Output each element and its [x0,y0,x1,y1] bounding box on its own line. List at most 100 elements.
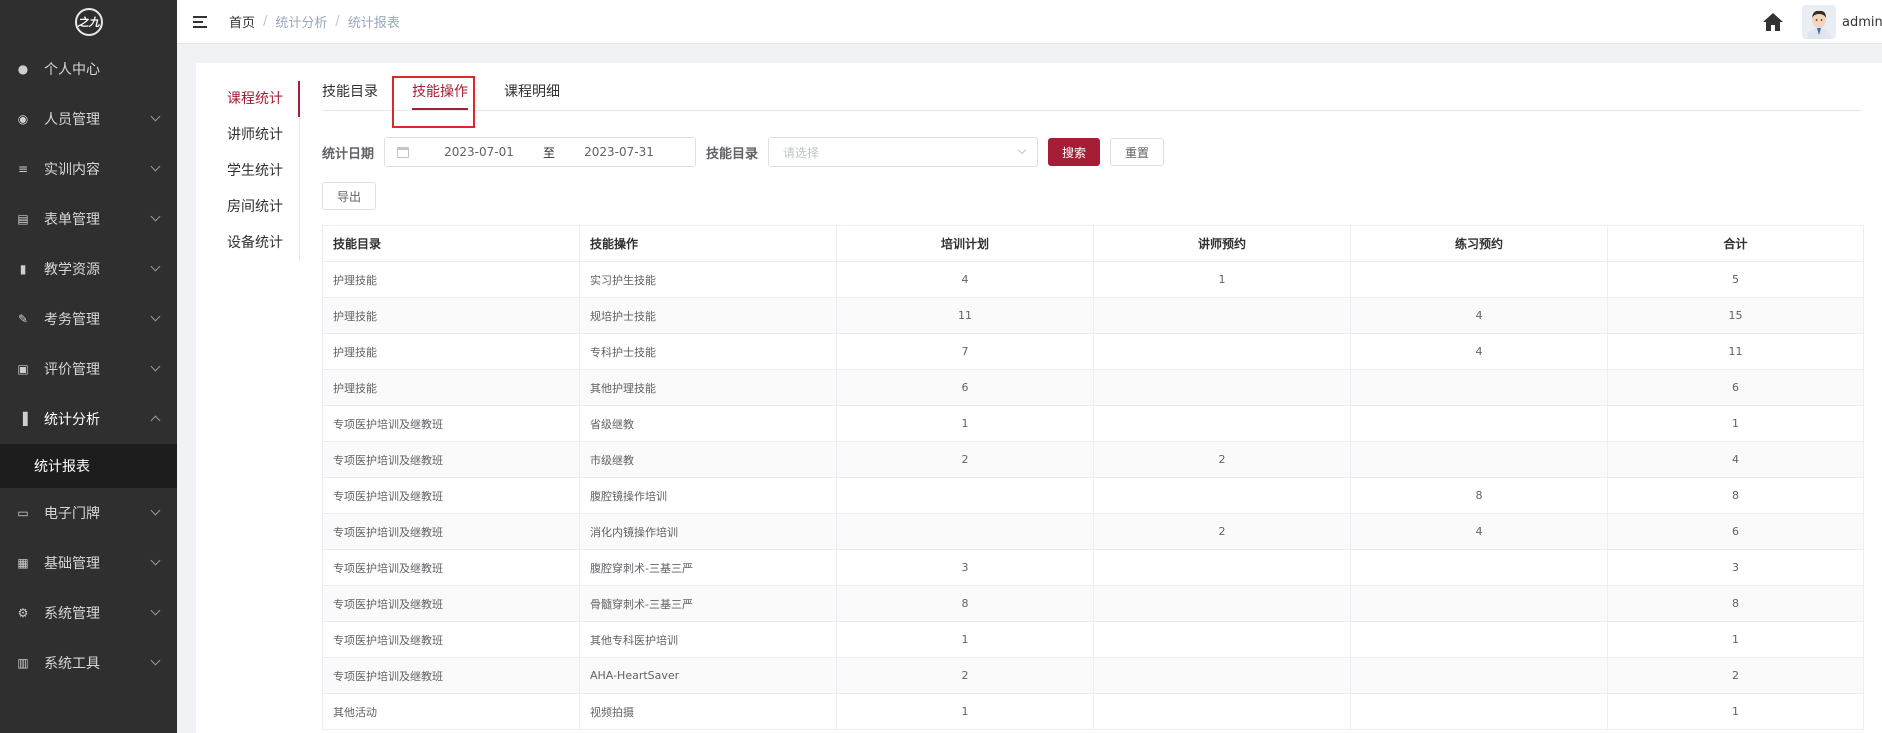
sidebar-subitem[interactable]: 统计报表 [0,444,177,488]
hamburger-icon[interactable] [193,15,209,28]
end-date[interactable]: 2023-07-31 [559,145,679,159]
breadcrumb-home[interactable]: 首页 [229,12,255,31]
col-skill-operation: 技能操作 [579,225,837,262]
sidebar-item[interactable]: ▦ 基础管理 [0,538,177,588]
table-row: 护理技能 规培护士技能 11 4 15 [322,297,1864,334]
col-lecturer-booking: 讲师预约 [1093,225,1351,262]
breadcrumb-statistics: 统计分析 [275,16,328,31]
catalog-placeholder: 请选择 [783,145,820,160]
logo[interactable]: 之九 [0,0,177,44]
table-cell [1093,657,1351,694]
vtab-device-stats[interactable]: 设备统计 [196,225,299,261]
table-cell: 专科护士技能 [579,333,837,370]
vertical-tabs: 课程统计 讲师统计 学生统计 房间统计 设备统计 [196,81,300,261]
header-right: admin [1762,0,1882,44]
reset-button[interactable]: 重置 [1110,138,1165,166]
table-cell [1350,693,1608,730]
table-cell: 2 [1093,513,1351,550]
sidebar-item-label: 评价管理 [44,362,100,378]
chevron-down-icon [150,261,161,272]
table-cell [1350,585,1608,622]
export-button[interactable]: 导出 [322,182,377,210]
table-cell: 其他护理技能 [579,369,837,406]
grid-icon: ▦ [17,556,29,570]
table-row: 护理技能 其他护理技能 6 6 [322,369,1864,406]
table-cell: 实习护生技能 [579,261,837,298]
chevron-down-icon [150,211,161,222]
table-cell: 5 [1607,261,1864,298]
search-button[interactable]: 搜索 [1048,138,1101,166]
sidebar-item[interactable]: ◉ 人员管理 [0,94,177,144]
avatar[interactable] [1802,5,1836,39]
table-cell: 1 [1093,261,1351,298]
catalog-select[interactable]: 请选择 [768,137,1039,167]
table-cell: 15 [1607,297,1864,334]
chevron-down-icon [150,505,161,516]
table-row: 专项医护培训及继教班 腹腔穿刺术-三基三严 3 3 [322,549,1864,586]
chevron-down-icon [1017,145,1027,155]
table-cell [1093,297,1351,334]
table-cell: 专项医护培训及继教班 [322,657,580,694]
sidebar-item[interactable]: ● 个人中心 [0,44,177,94]
date-label: 统计日期 [322,146,375,162]
table-cell: 8 [836,585,1094,622]
tab-skill-operation[interactable]: 技能操作 [388,77,484,111]
date-range-picker[interactable]: 2023-07-01 至 2023-07-31 [384,137,697,167]
home-icon[interactable] [1762,12,1784,32]
book-icon: ▮ [19,262,27,276]
table-cell: 1 [836,405,1094,442]
tab-course-detail[interactable]: 课程明细 [484,77,570,111]
table-cell: 8 [1350,477,1608,514]
table-header-row: 技能目录 技能操作 培训计划 讲师预约 练习预约 合计 [322,225,1864,262]
calendar-icon [397,146,410,158]
sidebar-item[interactable]: ⚙ 系统管理 [0,588,177,638]
sidebar-item-label: 基础管理 [44,556,100,572]
table-cell: 4 [1350,297,1608,334]
table-cell: 视频拍摄 [579,693,837,730]
toolbox-icon: ▥ [17,656,29,670]
table-body: 护理技能 实习护生技能 4 1 5 护理技能 规培护士技能 11 4 15 护理技能 专科护士技能 7 4… [322,261,1864,730]
table-cell: 专项医护培训及继教班 [322,477,580,514]
table-cell: 2 [836,657,1094,694]
sidebar-item[interactable]: ≡ 实训内容 [0,144,177,194]
table-cell: 护理技能 [322,333,580,370]
sidebar-item-label: 人员管理 [44,112,100,128]
table-cell: 专项医护培训及继教班 [322,585,580,622]
start-date[interactable]: 2023-07-01 [419,145,539,159]
vtab-student-stats[interactable]: 学生统计 [196,153,299,189]
vtab-room-stats[interactable]: 房间统计 [196,189,299,225]
document-icon: ≡ [17,162,29,176]
sidebar-item[interactable]: ▐ 统计分析 [0,394,177,444]
sidebar-item-label: 表单管理 [44,212,100,228]
sidebar-item[interactable]: ▮ 教学资源 [0,244,177,294]
table-cell [1350,549,1608,586]
tab-skill-catalog[interactable]: 技能目录 [322,77,388,111]
table-cell: 1 [1607,693,1864,730]
vtab-course-stats[interactable]: 课程统计 [196,81,300,117]
table-cell [1350,441,1608,478]
main-card: 课程统计 讲师统计 学生统计 房间统计 设备统计 技能目录 技能操作 课程明细 … [196,63,1882,733]
users-icon: ◉ [17,112,29,126]
sidebar-item[interactable]: ▭ 电子门牌 [0,488,177,538]
sidebar-item-label: 统计分析 [44,412,100,428]
table-cell [1093,549,1351,586]
table-cell: 3 [1607,549,1864,586]
username[interactable]: admin [1842,15,1882,30]
table-row: 其他活动 视频拍摄 1 1 [322,693,1864,730]
table-cell [1093,333,1351,370]
table-cell: 2 [836,441,1094,478]
vtab-lecturer-stats[interactable]: 讲师统计 [196,117,299,153]
sidebar-item[interactable]: ▤ 表单管理 [0,194,177,244]
table-row: 专项医护培训及继教班 腹腔镜操作培训 8 8 [322,477,1864,514]
chevron-down-icon [150,655,161,666]
sidebar-item[interactable]: ▣ 评价管理 [0,344,177,394]
sidebar-item-label: 个人中心 [44,62,100,78]
col-skill-catalog: 技能目录 [322,225,580,262]
sidebar-item[interactable]: ▥ 系统工具 [0,638,177,688]
breadcrumb: 首页 / 统计分析 / 统计报表 [229,12,400,31]
form-icon: ▤ [17,212,29,226]
sidebar-item[interactable]: ✎ 考务管理 [0,294,177,344]
table-cell [1350,405,1608,442]
breadcrumb-report: 统计报表 [347,16,400,31]
table-cell: 4 [836,261,1094,298]
